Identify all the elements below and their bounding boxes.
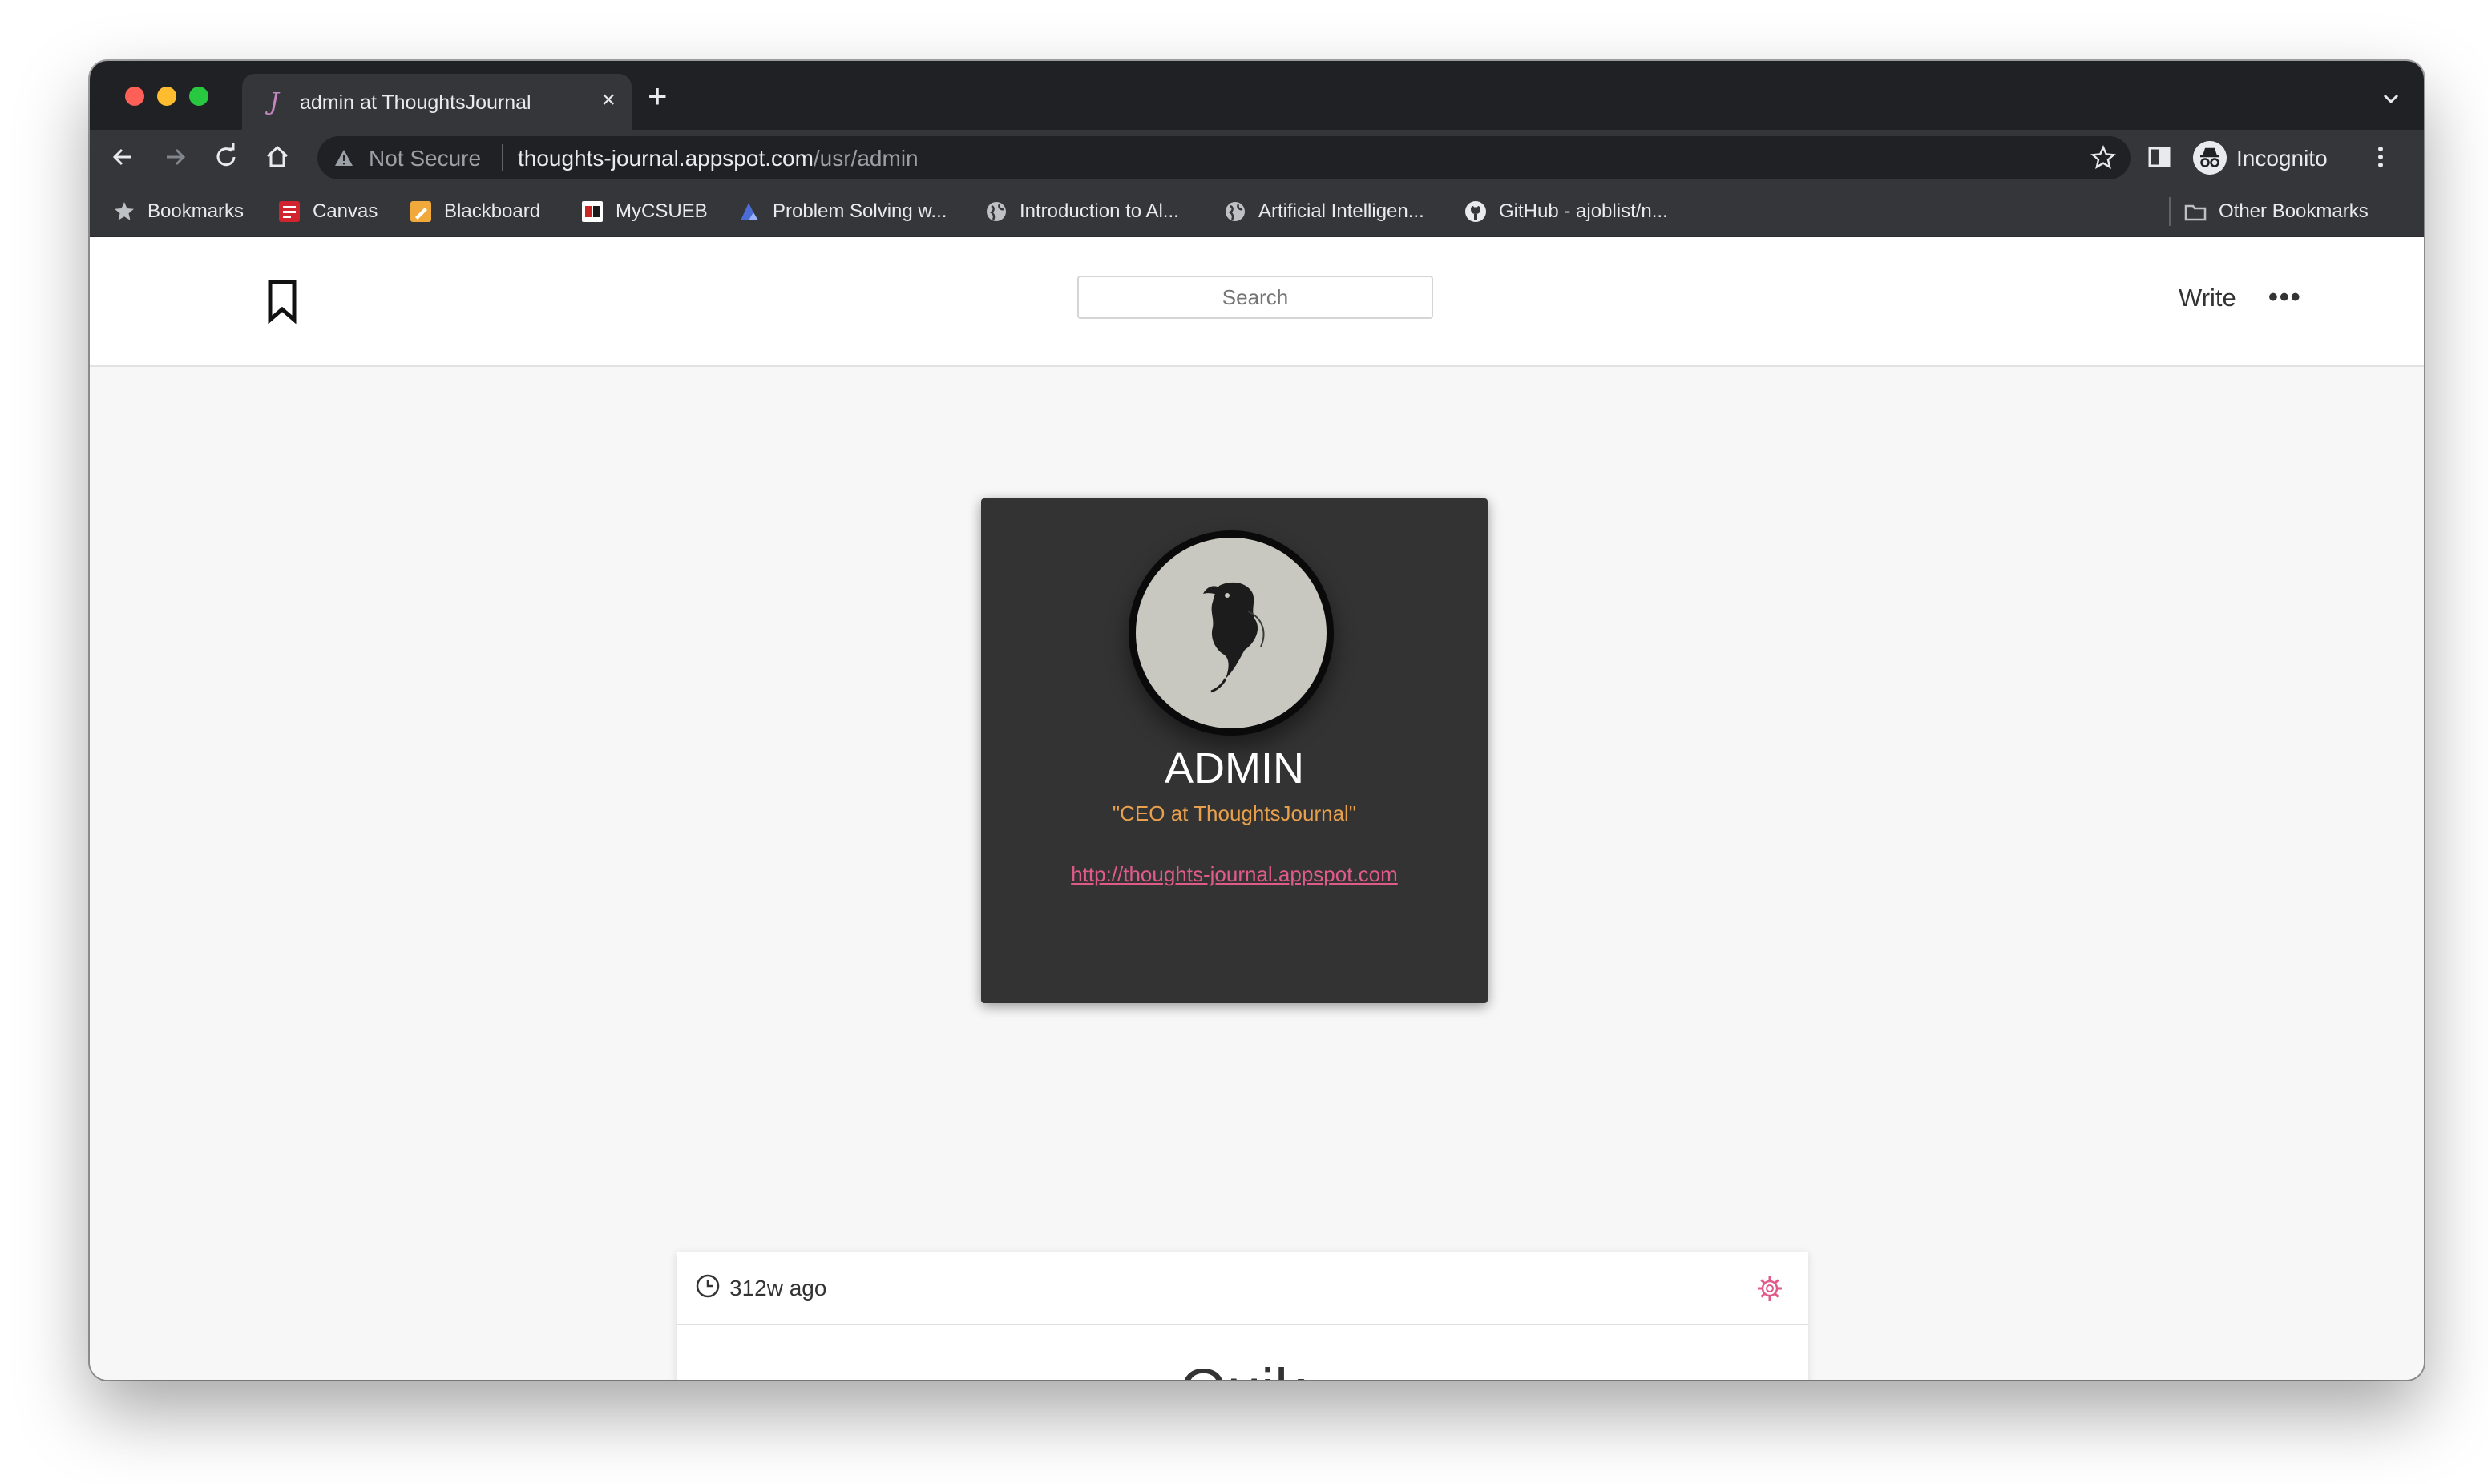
problem-solving-icon [741,203,758,220]
bookmark-label: GitHub - ajoblist/n... [1499,200,1668,222]
bookmarks-bar: Bookmarks Canvas Blackboard MyCSUEB Prob… [90,186,2424,237]
site-header: Write ••• [90,237,2424,367]
bookmark-label: Other Bookmarks [2219,200,2369,222]
window-maximize-button[interactable] [189,87,208,106]
tab-active[interactable]: J admin at ThoughtsJournal × [242,74,632,130]
bookmark-label: MyCSUEB [616,200,708,222]
post-title[interactable]: Quik [677,1356,1808,1380]
github-icon [1465,201,1486,222]
forward-arrow-icon[interactable] [159,141,191,173]
window-close-button[interactable] [125,87,144,106]
profile-website-link[interactable]: http://thoughts-journal.appspot.com [981,862,1488,887]
bookmark-label: Introduction to Al... [1020,200,1179,222]
canvas-icon [279,201,300,222]
back-arrow-icon[interactable] [107,141,139,173]
browser-window: J admin at ThoughtsJournal × + Not Secur… [90,61,2424,1380]
bookmark-item-mycsueb[interactable]: MyCSUEB [580,197,708,226]
bookmark-item-artificial-intelligence[interactable]: Artificial Intelligen... [1223,197,1424,226]
url-text[interactable]: thoughts-journal.appspot.com/usr/admin [518,146,919,171]
post-timestamp: 312w ago [729,1276,827,1301]
bookmark-item-bookmarks[interactable]: Bookmarks [112,197,244,226]
tab-close-icon[interactable]: × [601,87,616,114]
gear-icon[interactable] [1755,1274,1784,1303]
avatar [1129,530,1334,736]
bookmark-item-other-bookmarks[interactable]: Other Bookmarks [2183,197,2369,226]
bookmark-item-problem-solving[interactable]: Problem Solving w... [737,197,947,226]
bookmark-label: Artificial Intelligen... [1258,200,1424,222]
side-panel-icon[interactable] [2143,141,2175,173]
globe-icon [987,202,1006,221]
browser-toolbar: Not Secure thoughts-journal.appspot.com/… [90,130,2424,186]
incognito-icon [2193,141,2227,175]
more-menu-icon[interactable]: ••• [2268,282,2302,313]
blackboard-icon [410,201,431,222]
search-input[interactable] [1077,276,1433,319]
raven-ink-icon [1203,582,1265,693]
reload-icon[interactable] [210,141,242,173]
bookmark-label: Bookmarks [147,200,244,222]
write-link[interactable]: Write [2179,284,2236,313]
url-path: /usr/admin [813,146,919,171]
post-header: 312w ago [677,1252,1808,1325]
address-bar[interactable]: Not Secure thoughts-journal.appspot.com/… [317,136,2131,179]
tab-title: admin at ThoughtsJournal [300,91,531,114]
omnibox-divider [502,144,503,171]
post-card[interactable]: 312w ago Quik [677,1252,1808,1380]
incognito-profile-button[interactable]: Incognito [2188,136,2342,179]
mycsueb-icon [582,201,603,222]
kebab-menu-icon[interactable] [2365,141,2397,173]
clock-icon [696,1274,720,1298]
bookmark-label: Canvas [313,200,378,222]
star-icon [115,202,134,220]
bookmark-logo-icon[interactable] [266,279,298,324]
new-tab-button[interactable]: + [648,77,668,115]
tab-search-chevron-icon[interactable] [2382,90,2400,107]
bookmark-item-canvas[interactable]: Canvas [277,197,378,226]
journal-favicon-icon: J [269,88,280,116]
bookmark-item-blackboard[interactable]: Blackboard [409,197,540,226]
warning-triangle-icon[interactable] [333,147,354,168]
security-status-label[interactable]: Not Secure [369,146,481,171]
bookmarks-divider [2169,197,2171,226]
profile-tagline: "CEO at ThoughtsJournal" [1112,801,1357,825]
bookmark-star-icon[interactable] [2090,145,2116,171]
profile-card: ADMIN "CEO at ThoughtsJournal" http://th… [981,498,1488,1003]
page-content: Write ••• ADMIN "CEO at ThoughtsJournal"… [90,237,2424,1380]
incognito-label: Incognito [2236,146,2328,171]
bookmark-item-intro-ai[interactable]: Introduction to Al... [984,197,1179,226]
folder-icon [2184,204,2207,221]
home-icon[interactable] [261,141,293,173]
profile-name: ADMIN [1165,744,1304,792]
tab-strip: J admin at ThoughtsJournal × + [90,61,2424,130]
bookmark-item-github[interactable]: GitHub - ajoblist/n... [1464,197,1668,226]
bookmark-label: Problem Solving w... [773,200,947,222]
url-host: thoughts-journal.appspot.com [518,146,814,171]
bookmark-label: Blackboard [444,200,541,222]
window-minimize-button[interactable] [157,87,176,106]
globe-icon [1226,202,1245,221]
